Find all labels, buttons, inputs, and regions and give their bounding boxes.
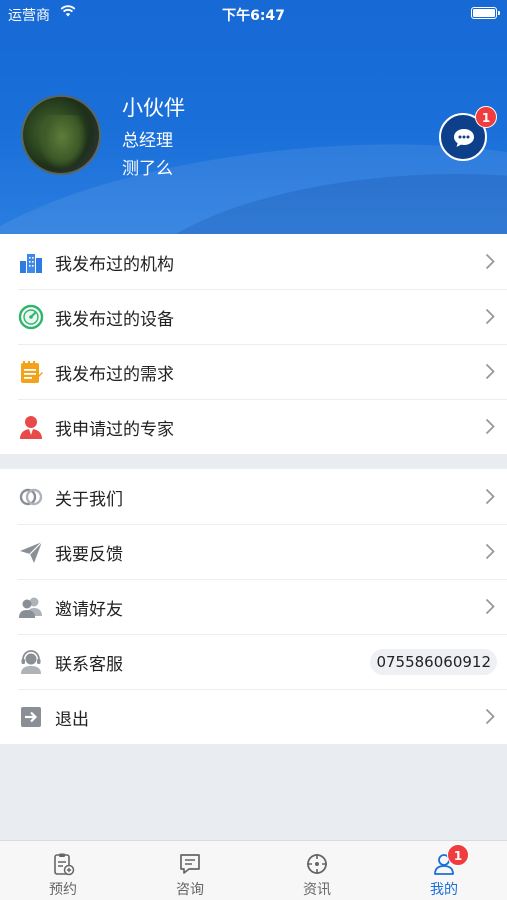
building-icon [18, 249, 44, 275]
menu-label: 退出 [55, 710, 89, 730]
chevron-right-icon [485, 308, 495, 325]
menu-label: 我发布过的需求 [55, 365, 174, 385]
status-bar: 运营商 下午6:47 [0, 0, 507, 28]
tab-label: 咨询 [176, 882, 204, 898]
users-icon [18, 594, 44, 620]
chat-bubble-icon [454, 129, 474, 147]
messages-button[interactable]: 1 [439, 106, 497, 161]
tab-consult[interactable]: 咨询 [127, 841, 253, 900]
battery-icon [471, 7, 500, 19]
profile-header: 运营商 下午6:47 小伙伴 总经理 测了么 1 [0, 0, 507, 234]
tab-label: 预约 [49, 882, 77, 898]
menu-logout[interactable]: 退出 [0, 689, 507, 744]
tab-label: 我的 [430, 882, 458, 898]
chevron-right-icon [485, 598, 495, 615]
notepad-icon [18, 359, 44, 385]
chevron-right-icon [485, 543, 495, 560]
tab-badge: 1 [447, 844, 469, 866]
menu-applied-experts[interactable]: 我申请过的专家 [0, 399, 507, 454]
chevron-right-icon [485, 253, 495, 270]
published-menu: 我发布过的机构 我发布过的设备 我发布过的需求 我申请过的专家 [0, 234, 507, 454]
logout-icon [18, 704, 44, 730]
menu-feedback[interactable]: 我要反馈 [0, 524, 507, 579]
chevron-right-icon [485, 418, 495, 435]
settings-menu: 关于我们 我要反馈 邀请好友 联系客服 075586060912 退出 [0, 469, 507, 744]
service-phone-number[interactable]: 075586060912 [370, 649, 497, 675]
chevron-right-icon [485, 708, 495, 725]
message-badge: 1 [475, 106, 497, 128]
menu-about-us[interactable]: 关于我们 [0, 469, 507, 524]
headset-icon [18, 649, 44, 675]
menu-label: 我发布过的机构 [55, 255, 174, 275]
tab-news[interactable]: 资讯 [254, 841, 380, 900]
clipboard-icon [51, 852, 75, 876]
about-icon [18, 484, 44, 510]
tab-bar: 预约 咨询 资讯 1 我的 [0, 840, 507, 900]
menu-label: 邀请好友 [55, 600, 123, 620]
menu-invite-friends[interactable]: 邀请好友 [0, 579, 507, 634]
menu-label: 我要反馈 [55, 545, 123, 565]
menu-published-institutions[interactable]: 我发布过的机构 [0, 234, 507, 289]
paper-plane-icon [18, 539, 44, 565]
tab-mine[interactable]: 1 我的 [381, 841, 507, 900]
user-title: 总经理 [122, 131, 173, 151]
menu-label: 联系客服 [55, 655, 123, 675]
avatar[interactable] [21, 95, 101, 175]
gauge-icon [18, 304, 44, 330]
chat-icon [178, 852, 202, 876]
user-company: 测了么 [122, 159, 173, 179]
clock: 下午6:47 [222, 8, 285, 24]
chevron-right-icon [485, 363, 495, 380]
tab-label: 资讯 [303, 882, 331, 898]
expert-icon [18, 414, 44, 440]
tab-booking[interactable]: 预约 [0, 841, 126, 900]
menu-label: 关于我们 [55, 490, 123, 510]
menu-label: 我申请过的专家 [55, 420, 174, 440]
menu-published-equipment[interactable]: 我发布过的设备 [0, 289, 507, 344]
menu-label: 我发布过的设备 [55, 310, 174, 330]
chevron-right-icon [485, 488, 495, 505]
menu-customer-service[interactable]: 联系客服 075586060912 [0, 634, 507, 689]
crosshair-icon [305, 852, 329, 876]
user-name: 小伙伴 [122, 96, 185, 120]
menu-published-demands[interactable]: 我发布过的需求 [0, 344, 507, 399]
